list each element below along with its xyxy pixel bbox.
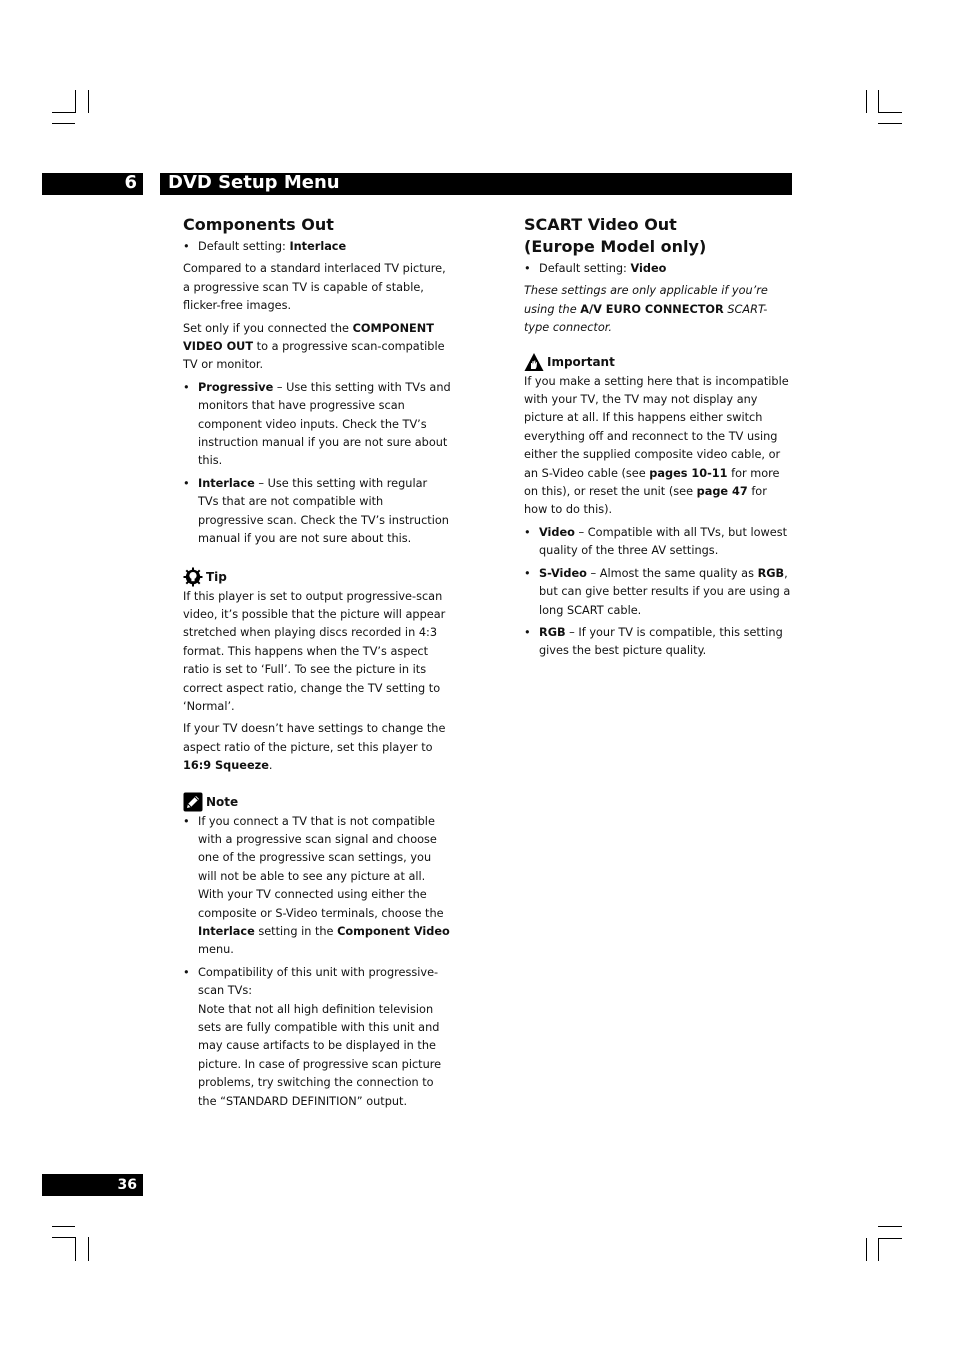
crop-mark: [88, 90, 89, 113]
important-label: Important: [547, 354, 615, 369]
crop-mark: [52, 1237, 75, 1238]
page-number-bar: 36: [42, 1174, 143, 1196]
crop-mark: [866, 1238, 867, 1261]
lightbulb-gear-icon: [183, 567, 203, 587]
important-paragraph: If you make a setting here that is incom…: [524, 374, 789, 517]
chapter-title-bar: DVD Setup Menu: [160, 172, 792, 195]
option-list: Video – Compatible with all TVs, but low…: [524, 524, 792, 661]
crop-mark: [878, 123, 902, 124]
tip-label: Tip: [206, 569, 227, 584]
chapter-number-bar: 6: [42, 172, 143, 195]
set-only-paragraph: Set only if you connected the COMPONENT …: [183, 321, 445, 372]
note-item: Compatibility of this unit with progress…: [183, 964, 451, 1111]
crop-mark: [878, 1238, 902, 1239]
chapter-number: 6: [124, 172, 137, 193]
applicability-note: These settings are only applicable if yo…: [524, 284, 768, 335]
crop-mark: [52, 1226, 75, 1227]
pencil-icon: [183, 792, 203, 812]
important-heading: Important: [524, 352, 792, 372]
note-label: Note: [206, 794, 239, 809]
crop-mark: [52, 112, 75, 113]
default-setting-value: Interlace: [289, 240, 347, 253]
tip-heading: Tip: [183, 567, 451, 587]
crop-mark: [878, 112, 902, 113]
page-number: 36: [117, 1177, 137, 1193]
note-heading: Note: [183, 792, 451, 812]
section-heading: SCART Video Out (Europe Model only): [524, 215, 707, 256]
default-setting-list: Default setting: Video: [524, 260, 792, 279]
crop-mark: [878, 90, 879, 113]
note-item: If you connect a TV that is not compatib…: [183, 813, 451, 960]
option-rgb: RGB – If your TV is compatible, this set…: [524, 624, 792, 661]
scart-video-out-section: SCART Video Out(Europe Model only) Defau…: [524, 214, 792, 665]
section-heading: Components Out: [183, 215, 334, 234]
option-s-video: S-Video – Almost the same quality as RGB…: [524, 565, 792, 620]
option-progressive: Progressive – Use this setting with TVs …: [183, 379, 451, 471]
crop-mark: [75, 90, 76, 113]
default-setting-list: Default setting: Interlace: [183, 238, 451, 257]
components-out-section: Components Out Default setting: Interlac…: [183, 214, 451, 1115]
crop-mark: [866, 90, 867, 113]
crop-mark: [52, 123, 75, 124]
note-list: If you connect a TV that is not compatib…: [183, 813, 451, 1112]
default-setting: Default setting: Video: [524, 260, 792, 279]
crop-mark: [878, 1226, 902, 1227]
warning-hand-icon: [524, 352, 544, 372]
crop-mark: [878, 1238, 879, 1261]
tip-paragraph: If your TV doesn’t have settings to chan…: [183, 722, 446, 773]
option-list: Progressive – Use this setting with TVs …: [183, 379, 451, 549]
chapter-title: DVD Setup Menu: [168, 172, 340, 193]
intro-paragraph: Compared to a standard interlaced TV pic…: [183, 262, 446, 313]
crop-mark: [75, 1237, 76, 1261]
crop-mark: [88, 1237, 89, 1261]
option-interlace: Interlace – Use this setting with regula…: [183, 475, 451, 549]
option-video: Video – Compatible with all TVs, but low…: [524, 524, 792, 561]
default-setting-value: Video: [630, 262, 667, 275]
tip-paragraph: If this player is set to output progress…: [183, 589, 446, 713]
default-setting: Default setting: Interlace: [183, 238, 451, 257]
